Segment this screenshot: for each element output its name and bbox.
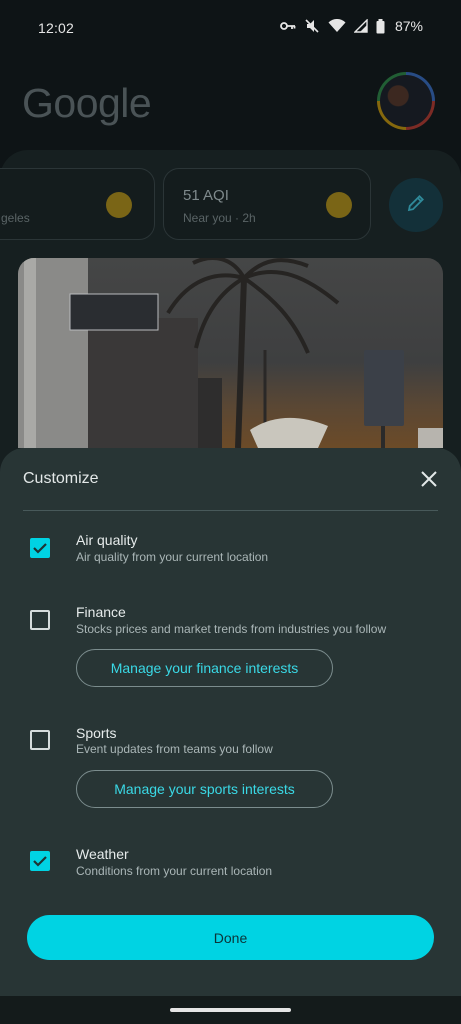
option-title: Sports	[76, 725, 117, 741]
sports-checkbox[interactable]	[30, 730, 50, 750]
option-description: Stocks prices and market trends from ind…	[76, 622, 387, 636]
option-description: Conditions from your current location	[76, 864, 273, 878]
close-button[interactable]	[416, 468, 442, 494]
home-gesture-handle[interactable]	[170, 1008, 291, 1012]
air-quality-checkbox[interactable]	[30, 538, 50, 558]
option-description: Air quality from your current location	[76, 550, 269, 564]
close-icon	[420, 470, 438, 493]
manage-finance-button[interactable]: Manage your finance interests	[76, 649, 333, 687]
done-button[interactable]: Done	[27, 915, 434, 960]
option-title: Weather	[76, 846, 129, 862]
option-title: Air quality	[76, 532, 138, 548]
sheet-divider	[23, 510, 438, 511]
sheet-title: Customize	[23, 470, 99, 487]
weather-checkbox[interactable]	[30, 851, 50, 871]
manage-sports-button[interactable]: Manage your sports interests	[76, 770, 333, 808]
option-title: Finance	[76, 604, 126, 620]
customize-sheet: Customize Air quality Air quality from y…	[0, 448, 461, 996]
finance-checkbox[interactable]	[30, 610, 50, 630]
screen: 12:02 87% Google geles 51 AQI Near you ·…	[0, 0, 461, 1024]
option-description: Event updates from teams you follow	[76, 742, 273, 756]
